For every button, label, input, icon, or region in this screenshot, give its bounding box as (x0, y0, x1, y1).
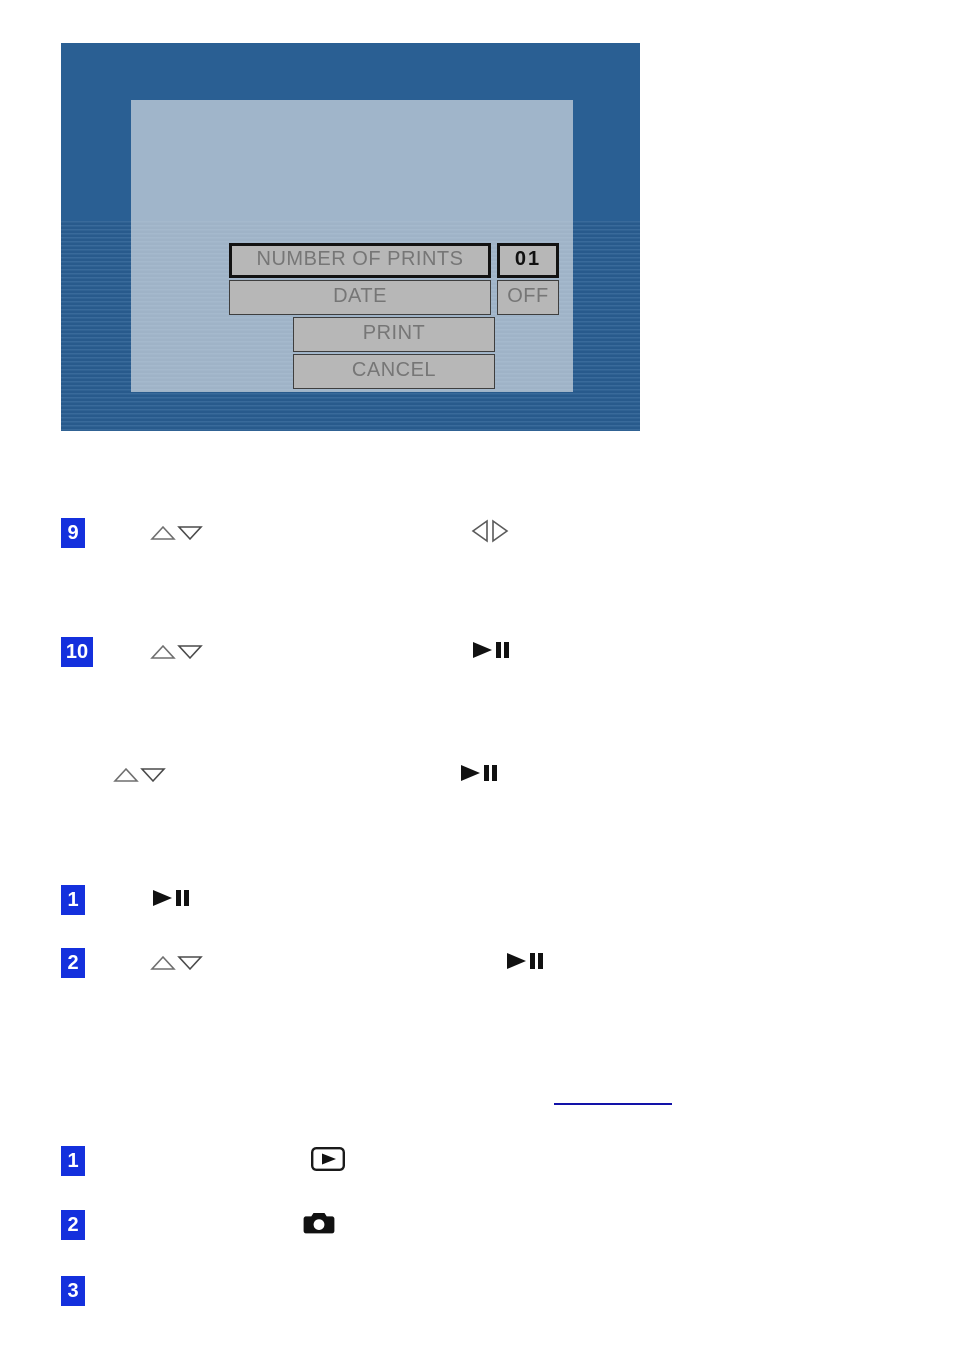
step-row-9: 9 (61, 518, 85, 548)
menu-item-number-of-prints[interactable]: NUMBER OF PRINTS (229, 243, 491, 278)
step-row-2-playback: 2 (61, 948, 85, 978)
step-9-leftright-icon-slot (467, 518, 513, 548)
print-settings-dialog: NUMBER OF PRINTS 01 DATE OFF PRINT CANCE… (131, 100, 573, 392)
step-row-10: 10 (61, 637, 93, 667)
play-pause-button-icon (470, 640, 512, 665)
value-number-of-prints[interactable]: 01 (497, 243, 559, 278)
step-number-badge: 1 (61, 1146, 85, 1176)
step-row-1-setup: 1 (61, 1146, 85, 1176)
step-10-playpause-icon-slot (470, 637, 512, 667)
menu-row-date: DATE OFF (229, 280, 559, 315)
step-1-playback-mode-icon-slot (311, 1146, 346, 1176)
step-number-badge: 3 (61, 1276, 85, 1306)
camera-lcd-screenshot-figure: NUMBER OF PRINTS 01 DATE OFF PRINT CANCE… (61, 43, 640, 431)
cancel-button[interactable]: CANCEL (293, 354, 495, 389)
step-1-playpause-icon-slot (150, 885, 192, 915)
camera-mode-button-icon (303, 1210, 335, 1241)
up-down-triangle-buttons-icon (113, 766, 166, 784)
play-pause-button-icon (458, 763, 500, 788)
step-2-updown-icon-slot (150, 948, 203, 978)
playback-mode-button-icon (311, 1146, 346, 1176)
left-right-triangle-buttons-icon (467, 518, 513, 549)
value-date[interactable]: OFF (497, 280, 559, 315)
cross-reference-link[interactable] (554, 1103, 672, 1105)
menu-item-date[interactable]: DATE (229, 280, 491, 315)
step-number-badge: 10 (61, 637, 93, 667)
menu-row-number-of-prints: NUMBER OF PRINTS 01 (229, 243, 559, 278)
step-10-updown-icon-slot (150, 637, 203, 667)
print-button[interactable]: PRINT (293, 317, 495, 352)
play-pause-button-icon (150, 888, 192, 913)
step-number-badge: 9 (61, 518, 85, 548)
up-down-triangle-buttons-icon (150, 524, 203, 542)
step-row-2-setup: 2 (61, 1210, 85, 1240)
up-down-triangle-buttons-icon (150, 954, 203, 972)
step-row-3-setup: 3 (61, 1276, 85, 1306)
continuation-updown-icon-slot (113, 760, 166, 790)
menu-row-cancel: CANCEL (229, 354, 559, 389)
step-number-badge: 2 (61, 1210, 85, 1240)
step-number-badge: 1 (61, 885, 85, 915)
step-2-playpause-icon-slot (504, 948, 546, 978)
play-pause-button-icon (504, 951, 546, 976)
step-2-camera-mode-icon-slot (303, 1210, 335, 1240)
step-row-1-playback: 1 (61, 885, 85, 915)
step-9-updown-icon-slot (150, 518, 203, 548)
step-number-badge: 2 (61, 948, 85, 978)
menu-row-print: PRINT (229, 317, 559, 352)
up-down-triangle-buttons-icon (150, 643, 203, 661)
continuation-playpause-icon-slot (458, 760, 500, 790)
print-settings-rows: NUMBER OF PRINTS 01 DATE OFF PRINT CANCE… (229, 243, 559, 391)
